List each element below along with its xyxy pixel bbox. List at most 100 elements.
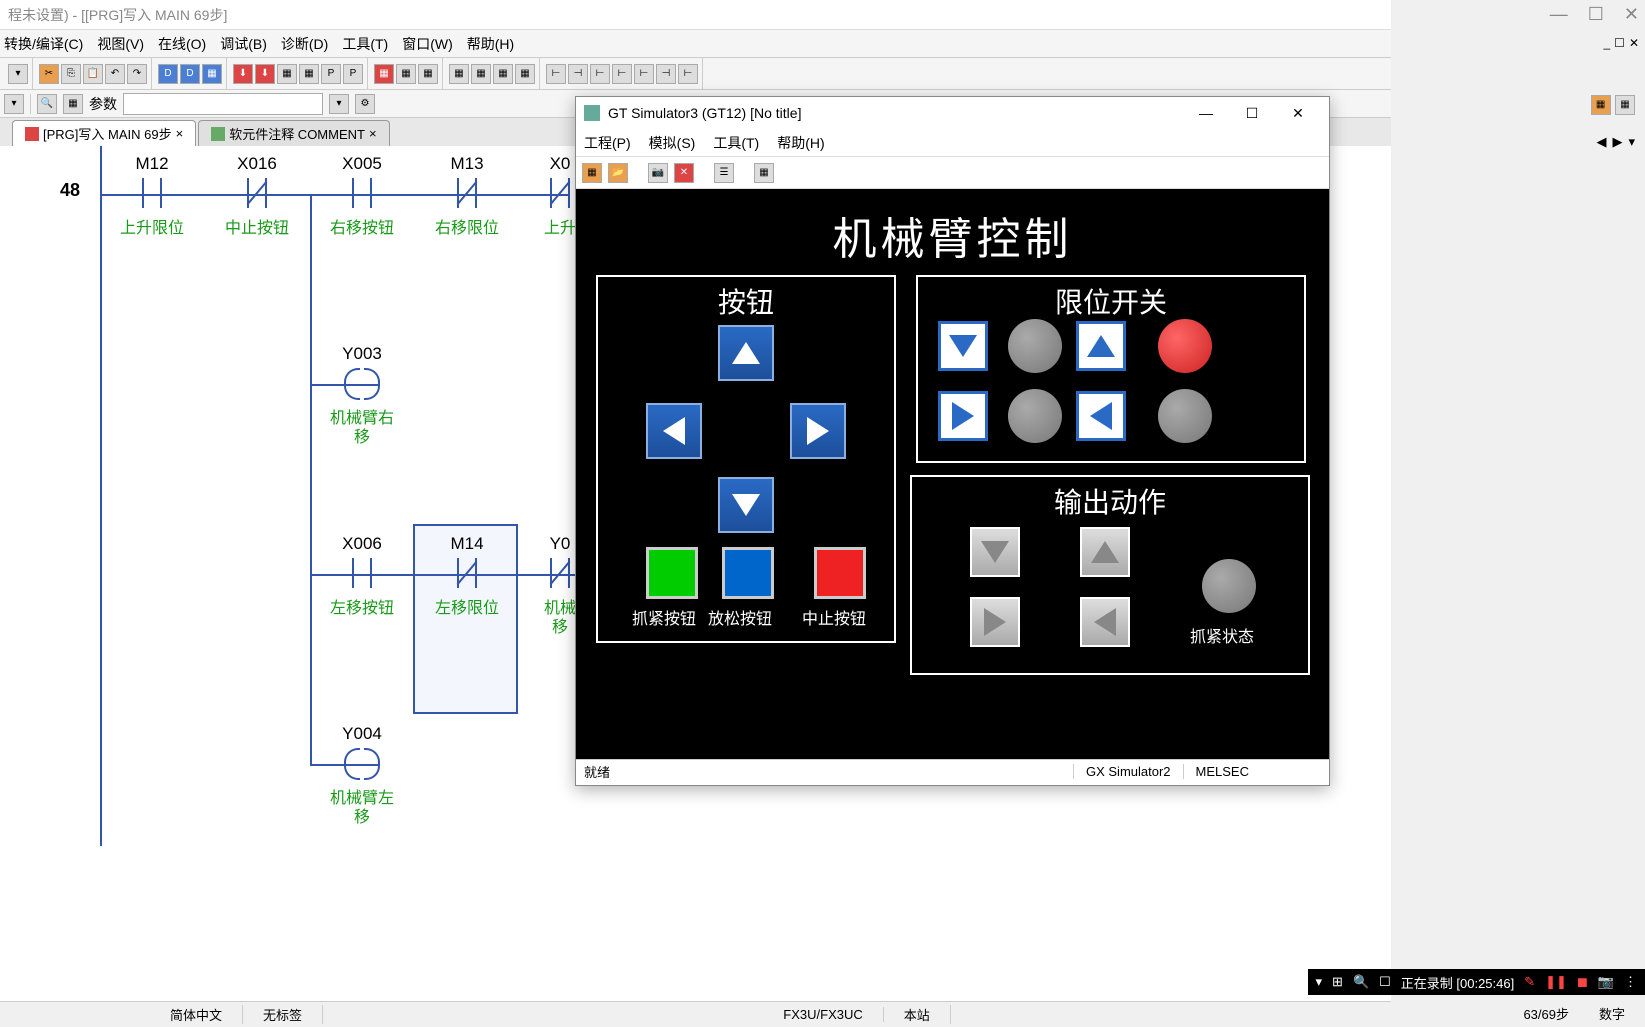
gt-simulator-window[interactable]: GT Simulator3 (GT12) [No title] — ☐ ✕ 工程… (575, 96, 1330, 786)
limit-up-indicator[interactable] (1076, 321, 1126, 371)
recording-bar[interactable]: ▾ ⊞ 🔍 ☐ 正在录制 [00:25:46] ✎ ❚❚ ■ 📷 ⋮ (1308, 969, 1645, 995)
sim-icon[interactable]: ▦ (449, 64, 469, 84)
rec-window-icon[interactable]: ☐ (1379, 974, 1391, 990)
tree-icon[interactable]: ▦ (63, 94, 83, 114)
tab-prg-main[interactable]: [PRG]写入 MAIN 69步 × (12, 120, 196, 146)
paste-icon[interactable]: 📋 (83, 64, 103, 84)
coil-y004[interactable]: Y004 机械臂左 移 (330, 724, 394, 827)
gt-minimize-button[interactable]: — (1183, 98, 1229, 128)
menu-online[interactable]: 在线(O) (158, 34, 206, 54)
gt-close-button[interactable]: ✕ (1275, 98, 1321, 128)
rec-stop-icon[interactable]: ■ (1577, 972, 1588, 993)
toolbar-icon[interactable]: ▾ (8, 64, 28, 84)
gt-props-icon[interactable]: ▦ (754, 163, 774, 183)
rec-edit-icon[interactable]: ✎ (1524, 974, 1535, 990)
convert-icon[interactable]: ▦ (277, 64, 297, 84)
go-icon[interactable]: ▾ (329, 94, 349, 114)
menu-view[interactable]: 视图(V) (97, 34, 144, 54)
menu-window[interactable]: 窗口(W) (402, 34, 453, 54)
gt-snap-icon[interactable]: 📷 (648, 163, 668, 183)
hmi-screen[interactable]: 机械臂控制 按钮 抓紧按钮 放松按钮 中止按钮 限位开关 (576, 189, 1329, 759)
contact-x0[interactable]: X0 上升 (540, 154, 580, 238)
contact-y0[interactable]: Y0 机械 移 (540, 534, 580, 637)
gt-menu-tools[interactable]: 工具(T) (713, 133, 759, 153)
contact-m12[interactable]: M12 上升限位 (120, 154, 184, 238)
ladder-icon[interactable]: ⊢ (590, 64, 610, 84)
copy-icon[interactable]: ⎘ (61, 64, 81, 84)
maximize-icon[interactable]: ☐ (1588, 4, 1604, 25)
toolbar-icon[interactable]: ▾ (4, 94, 24, 114)
dev-icon[interactable]: D (158, 64, 178, 84)
gt-new-icon[interactable]: ▦ (582, 163, 602, 183)
contact-x016[interactable]: X016 中止按钮 (225, 154, 289, 238)
menu-convert[interactable]: 转换/编译(C) (4, 34, 83, 54)
cut-icon[interactable]: ✂ (39, 64, 59, 84)
dev-icon[interactable]: D (180, 64, 200, 84)
ladder-icon[interactable]: ⊢ (678, 64, 698, 84)
monitor-icon[interactable]: ▦ (374, 64, 394, 84)
menu-tools[interactable]: 工具(T) (342, 34, 388, 54)
gt-menubar[interactable]: 工程(P) 模拟(S) 工具(T) 帮助(H) (576, 129, 1329, 157)
mdi-minimize-icon[interactable]: _ (1603, 36, 1610, 50)
limit-left-indicator[interactable] (1076, 391, 1126, 441)
close-icon[interactable]: × (369, 126, 377, 141)
sim-icon[interactable]: ▦ (471, 64, 491, 84)
mdi-maximize-icon[interactable]: ☐ (1614, 36, 1625, 50)
monitor-icon[interactable]: ▦ (418, 64, 438, 84)
tab-list-icon[interactable]: ▾ (1628, 134, 1635, 150)
rec-camera-icon[interactable]: 📷 (1598, 974, 1614, 990)
param-input[interactable] (123, 93, 323, 115)
hmi-release-button[interactable] (722, 547, 774, 599)
sim-icon[interactable]: ▦ (515, 64, 535, 84)
gt-maximize-button[interactable]: ☐ (1229, 98, 1275, 128)
hmi-up-button[interactable] (718, 325, 774, 381)
rec-pause-icon[interactable]: ❚❚ (1545, 974, 1567, 990)
convert-icon[interactable]: ⬇ (255, 64, 275, 84)
params-icon[interactable]: P (343, 64, 363, 84)
gt-menu-help[interactable]: 帮助(H) (777, 133, 824, 153)
close-icon[interactable]: ✕ (1624, 4, 1639, 25)
contact-m13[interactable]: M13 右移限位 (435, 154, 499, 238)
gt-stop-icon[interactable]: ✕ (674, 163, 694, 183)
contact-x006[interactable]: X006 左移按钮 (330, 534, 394, 618)
rec-menu-icon[interactable]: ⋮ (1624, 974, 1637, 990)
contact-m14[interactable]: M14 左移限位 (435, 534, 499, 618)
gt-list-icon[interactable]: ☰ (714, 163, 734, 183)
ladder-icon[interactable]: ⊢ (546, 64, 566, 84)
rec-handle-icon[interactable]: ▾ (1316, 974, 1323, 990)
gt-menu-project[interactable]: 工程(P) (584, 133, 631, 153)
limit-right-indicator[interactable] (938, 391, 988, 441)
hmi-stop-button[interactable] (814, 547, 866, 599)
params-icon[interactable]: P (321, 64, 341, 84)
search-icon[interactable]: 🔍 (37, 94, 57, 114)
gt-menu-sim[interactable]: 模拟(S) (649, 133, 696, 153)
ladder-icon[interactable]: ⊣ (568, 64, 588, 84)
mdi-close-icon[interactable]: ✕ (1629, 36, 1639, 50)
close-icon[interactable]: × (176, 126, 184, 141)
contact-x005[interactable]: X005 右移按钮 (330, 154, 394, 238)
coil-y003[interactable]: Y003 机械臂右 移 (330, 344, 394, 447)
gt-titlebar[interactable]: GT Simulator3 (GT12) [No title] — ☐ ✕ (576, 97, 1329, 129)
rec-settings-icon[interactable]: ⊞ (1332, 974, 1343, 990)
toolbar-icon[interactable]: ▦ (1591, 95, 1611, 115)
dev-icon[interactable]: ▦ (202, 64, 222, 84)
convert-icon[interactable]: ⬇ (233, 64, 253, 84)
hmi-left-button[interactable] (646, 403, 702, 459)
ladder-icon[interactable]: ⊢ (634, 64, 654, 84)
convert-icon[interactable]: ▦ (299, 64, 319, 84)
sim-icon[interactable]: ▦ (493, 64, 513, 84)
next-tab-icon[interactable]: ▶ (1612, 134, 1622, 150)
hmi-down-button[interactable] (718, 477, 774, 533)
hmi-grip-button[interactable] (646, 547, 698, 599)
undo-icon[interactable]: ↶ (105, 64, 125, 84)
gt-open-icon[interactable]: 📂 (608, 163, 628, 183)
monitor-icon[interactable]: ▦ (396, 64, 416, 84)
ladder-icon[interactable]: ⊢ (612, 64, 632, 84)
limit-down-indicator[interactable] (938, 321, 988, 371)
menu-debug[interactable]: 调试(B) (220, 34, 267, 54)
tab-comment[interactable]: 软元件注释 COMMENT × (198, 120, 389, 146)
menu-help[interactable]: 帮助(H) (467, 34, 514, 54)
prev-tab-icon[interactable]: ◀ (1596, 134, 1606, 150)
minimize-icon[interactable]: — (1550, 4, 1568, 25)
main-menubar[interactable]: 转换/编译(C) 视图(V) 在线(O) 调试(B) 诊断(D) 工具(T) 窗… (0, 30, 1391, 58)
